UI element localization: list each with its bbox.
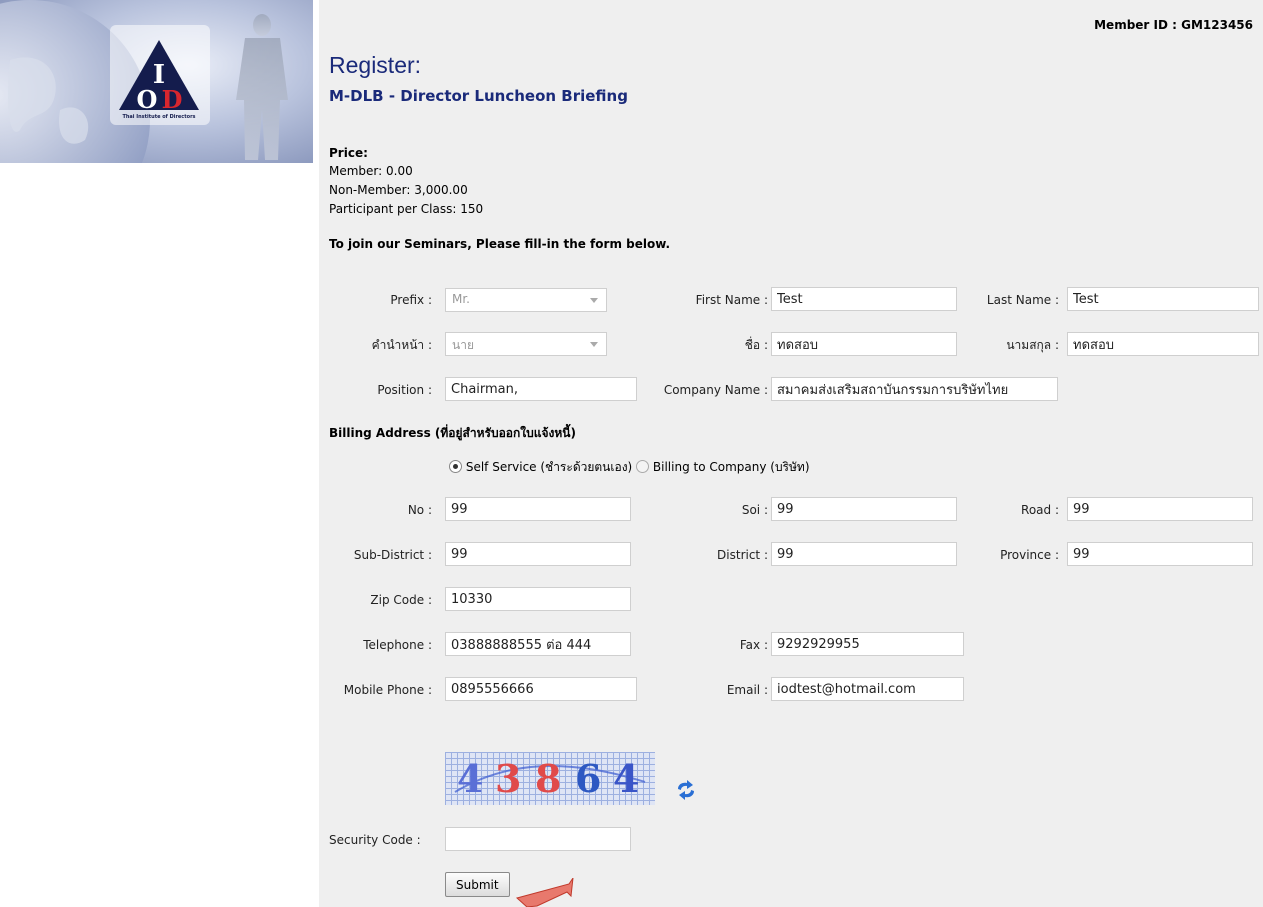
security-code-label: Security Code : [329,833,421,847]
company-label: Company Name : [663,383,768,397]
price-member: Member: 0.00 [329,164,413,178]
first-name-label: First Name : [695,293,768,307]
registration-panel: Member ID : GM123456 Register: M-DLB - D… [319,0,1263,907]
province-input[interactable] [1067,542,1253,566]
telephone-input[interactable] [445,632,631,656]
self-service-label: Self Service (ชำระด้วยตนเอง) [465,460,633,474]
page-title: Register: [329,52,422,78]
soi-label: Soi : [741,503,768,517]
soi-input[interactable] [771,497,957,521]
email-label: Email : [726,683,768,697]
first-name-th-input[interactable] [771,332,957,356]
iod-logo: I O D Thai Institute of Directors [117,38,201,126]
company-input[interactable] [771,377,1058,401]
billing-options: Self Service (ชำระด้วยตนเอง) Billing to … [449,459,810,475]
no-input[interactable] [445,497,631,521]
no-label: No : [407,503,432,517]
zip-label: Zip Code : [370,593,432,607]
chevron-down-icon [590,342,598,347]
email-input[interactable] [771,677,964,701]
district-input[interactable] [771,542,957,566]
radio-selected-dot [453,464,458,469]
captcha-digit: 6 [575,756,602,801]
security-code-input[interactable] [445,827,631,851]
mobile-input[interactable] [445,677,637,701]
radio-self-service[interactable] [449,460,462,473]
last-name-th-input[interactable] [1067,332,1259,356]
price-heading: Price: [329,146,368,160]
member-id: Member ID : GM123456 [1094,18,1253,32]
man-silhouette [236,14,288,160]
fax-label: Fax : [739,638,768,652]
submit-button[interactable]: Submit [445,872,510,897]
telephone-label: Telephone : [363,638,432,652]
radio-billing-company[interactable] [636,460,650,473]
participants-per-class: Participant per Class: 150 [329,202,484,216]
position-input[interactable] [445,377,637,401]
last-name-label: Last Name : [986,293,1059,307]
billing-company-label: Billing to Company (บริษัท) [652,460,810,474]
captcha-digit: 4 [613,756,640,801]
prefix-label: Prefix : [390,293,432,307]
zip-input[interactable] [445,587,631,611]
logo-tagline: Thai Institute of Directors [122,114,196,120]
prefix-th-selected: นาย [452,338,474,352]
billing-heading: Billing Address (ที่อยู่สำหรับออกใบแจ้งห… [329,426,576,440]
captcha-digit: 8 [535,756,562,801]
prefix-selected: Mr. [452,292,470,306]
refresh-icon[interactable] [675,779,697,801]
prefix-th-label: คำนำหน้า : [371,338,432,352]
chevron-down-icon [590,298,598,303]
price-non-member: Non-Member: 3,000.00 [329,183,468,197]
road-label: Road : [1021,503,1059,517]
province-label: Province : [1000,548,1059,562]
captcha-digit: 4 [457,756,484,801]
first-name-input[interactable] [771,287,957,311]
road-input[interactable] [1067,497,1253,521]
sub-district-label: Sub-District : [353,548,432,562]
district-label: District : [717,548,768,562]
form-instructions: To join our Seminars, Please fill-in the… [329,237,671,251]
logo-banner: I O D Thai Institute of Directors [0,0,313,163]
svg-text:D: D [162,85,183,114]
prefix-th-select[interactable]: นาย [445,332,607,356]
position-label: Position : [377,383,432,397]
svg-text:O: O [137,85,158,114]
prefix-select[interactable]: Mr. [445,288,607,312]
iod-triangle-icon: I O D [119,40,199,114]
last-name-input[interactable] [1067,287,1259,311]
captcha-digit: 3 [495,756,522,801]
mobile-label: Mobile Phone : [343,683,432,697]
last-name-th-label: นามสกุล : [1006,338,1059,352]
course-subtitle: M-DLB - Director Luncheon Briefing [329,87,628,105]
first-name-th-label: ชื่อ : [744,338,768,352]
annotation-arrow-icon [515,878,574,907]
fax-input[interactable] [771,632,964,656]
captcha-image: 4 3 8 6 4 [445,752,655,805]
sub-district-input[interactable] [445,542,631,566]
